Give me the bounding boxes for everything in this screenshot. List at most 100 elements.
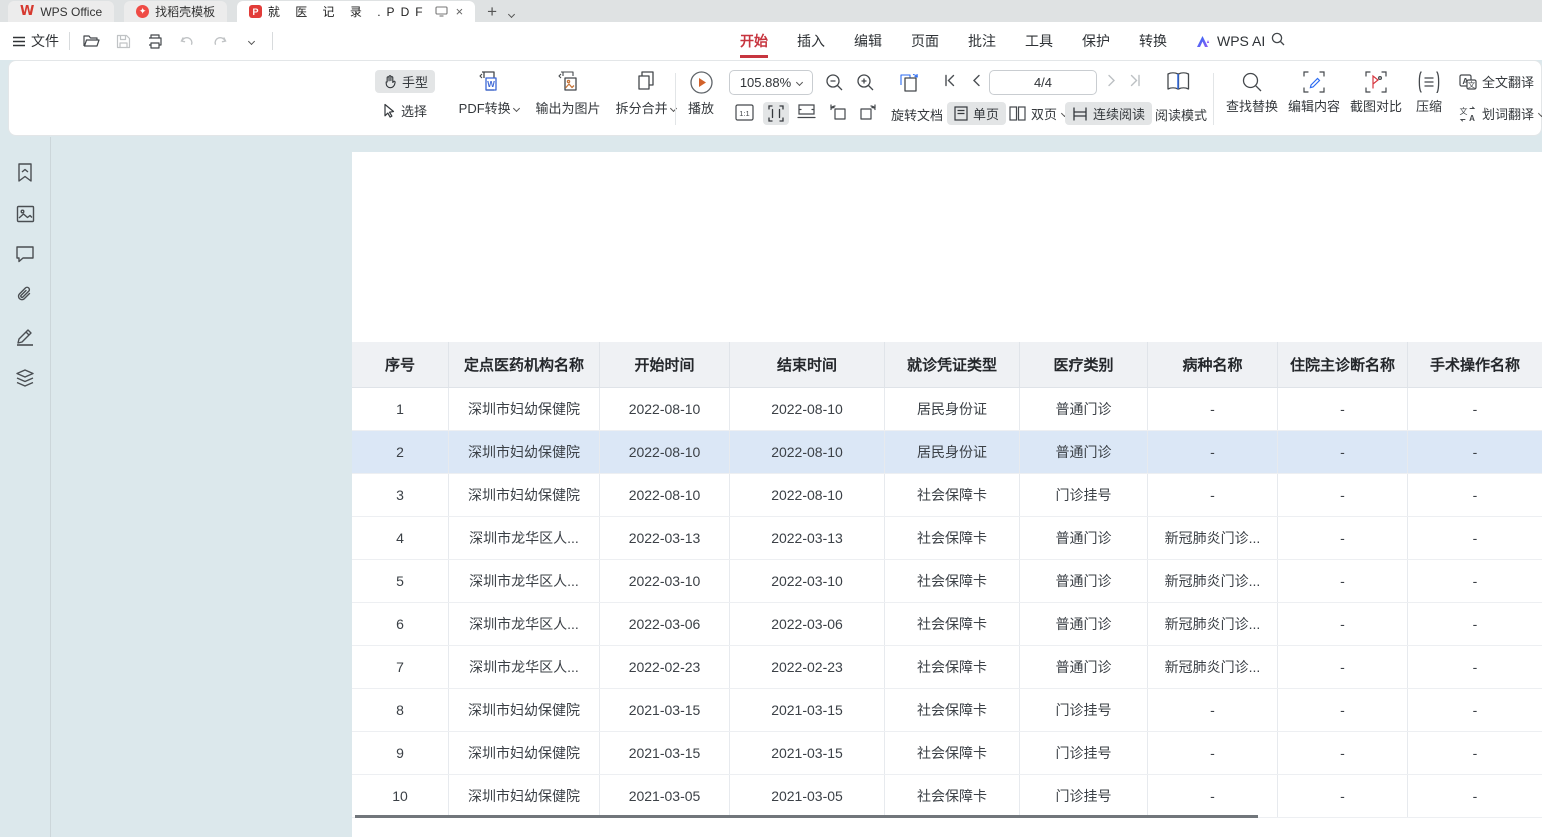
table-header-cell: 手术操作名称	[1408, 342, 1542, 387]
table-cell: 2021-03-05	[730, 775, 885, 817]
table-cell: -	[1408, 388, 1542, 430]
first-page-button[interactable]	[943, 74, 956, 87]
compress-icon	[1417, 71, 1441, 93]
table-cell: 2022-08-10	[600, 474, 730, 516]
table-header-cell: 就诊凭证类型	[885, 342, 1020, 387]
tab-docer-templates[interactable]: ✦ 找稻壳模板	[124, 1, 227, 22]
table-cell: -	[1408, 560, 1542, 602]
menu-tab-page[interactable]: 页面	[911, 22, 939, 60]
menu-tab-comment[interactable]: 批注	[968, 22, 996, 60]
bookmark-icon[interactable]	[16, 163, 34, 183]
zoom-in-icon	[856, 73, 875, 92]
zoom-in-button[interactable]	[856, 73, 875, 92]
read-mode-label[interactable]: 阅读模式	[1155, 105, 1207, 124]
layers-icon[interactable]	[15, 369, 35, 387]
screenshot-compare-button[interactable]: 截图对比	[1345, 71, 1407, 115]
rotate-left-button[interactable]	[829, 103, 847, 120]
edit-content-label: 编辑内容	[1288, 96, 1340, 115]
rotate-right-button[interactable]	[859, 103, 877, 120]
actual-size-button[interactable]: 1:1	[735, 104, 754, 121]
table-cell: 深圳市龙华区人...	[449, 603, 600, 645]
menu-tab-convert[interactable]: 转换	[1139, 22, 1167, 60]
table-header-cell: 结束时间	[730, 342, 885, 387]
page-indicator-input[interactable]: 4/4	[989, 70, 1097, 95]
find-replace-button[interactable]: 查找替换	[1221, 71, 1283, 115]
full-translate-button[interactable]: A 文 全文翻译	[1459, 72, 1534, 91]
print-icon[interactable]	[144, 30, 166, 52]
save-icon[interactable]	[112, 30, 134, 52]
read-mode-button[interactable]	[1165, 70, 1192, 94]
single-page-button[interactable]: 单页	[947, 102, 1006, 125]
fit-page-button[interactable]	[763, 102, 789, 125]
last-page-button[interactable]	[1129, 74, 1142, 87]
table-cell: 深圳市龙华区人...	[449, 646, 600, 688]
table-cell: 社会保障卡	[885, 646, 1020, 688]
menu-search-icon[interactable]	[1270, 31, 1286, 47]
signature-icon[interactable]	[15, 327, 35, 347]
window-tab-bar: W WPS Office ✦ 找稻壳模板 P 就 医 记 录 .PDF × +	[0, 0, 1542, 22]
single-page-icon	[954, 106, 968, 121]
table-row: 9深圳市妇幼保健院2021-03-152021-03-15社会保障卡门诊挂号--…	[352, 732, 1542, 775]
table-cell: 2022-03-10	[730, 560, 885, 602]
tab-list-chevron-icon[interactable]	[509, 6, 514, 22]
menu-tab-tools[interactable]: 工具	[1025, 22, 1053, 60]
edit-content-button[interactable]: 编辑内容	[1283, 71, 1345, 115]
menu-tab-edit[interactable]: 编辑	[854, 22, 882, 60]
left-panel-strip	[0, 137, 51, 837]
compress-button[interactable]: 压缩	[1407, 71, 1451, 115]
comment-icon[interactable]	[15, 245, 35, 263]
menu-tab-home[interactable]: 开始	[740, 22, 768, 60]
next-page-button[interactable]	[1107, 74, 1117, 87]
table-cell: 普通门诊	[1020, 431, 1148, 473]
close-tab-icon[interactable]: ×	[456, 4, 464, 19]
table-cell: 居民身份证	[885, 388, 1020, 430]
thumbnail-icon[interactable]	[16, 205, 35, 223]
previous-page-button[interactable]	[971, 74, 981, 87]
table-header-cell: 住院主诊断名称	[1278, 342, 1408, 387]
document-canvas[interactable]: 序号定点医药机构名称开始时间结束时间就诊凭证类型医疗类别病种名称住院主诊断名称手…	[51, 137, 1542, 837]
rotate-pages-button[interactable]	[897, 71, 921, 94]
fit-width-button[interactable]	[797, 104, 816, 119]
rotate-doc-label[interactable]: 旋转文档	[891, 105, 943, 124]
undo-icon[interactable]	[176, 30, 198, 52]
table-row: 1深圳市妇幼保健院2022-08-102022-08-10居民身份证普通门诊--…	[352, 388, 1542, 431]
play-button[interactable]: 播放	[677, 70, 725, 117]
table-cell: 新冠肺炎门诊...	[1148, 560, 1278, 602]
attachment-icon[interactable]	[15, 285, 35, 305]
table-cell: 2022-03-13	[600, 517, 730, 559]
zoom-out-button[interactable]	[825, 73, 844, 92]
table-header-row: 序号定点医药机构名称开始时间结束时间就诊凭证类型医疗类别病种名称住院主诊断名称手…	[352, 342, 1542, 388]
zoom-level-input[interactable]: 105.88%	[729, 70, 813, 95]
table-cell: -	[1278, 603, 1408, 645]
table-cell: 2022-08-10	[600, 431, 730, 473]
present-monitor-icon[interactable]	[435, 6, 448, 17]
rotate-left-icon	[829, 103, 847, 120]
table-cell: 9	[352, 732, 449, 774]
wps-ai-button[interactable]: WPS AI	[1196, 22, 1265, 60]
continuous-read-label: 连续阅读	[1093, 104, 1145, 123]
table-cell: -	[1148, 775, 1278, 817]
tab-document-active[interactable]: P 就 医 记 录 .PDF ×	[237, 1, 475, 22]
table-header-cell: 定点医药机构名称	[449, 342, 600, 387]
tab-wps-office[interactable]: W WPS Office	[8, 1, 114, 22]
redo-icon[interactable]	[208, 30, 230, 52]
table-cell: 深圳市妇幼保健院	[449, 775, 600, 817]
continuous-read-button[interactable]: 连续阅读	[1065, 102, 1152, 125]
menu-tab-insert[interactable]: 插入	[797, 22, 825, 60]
new-tab-icon[interactable]: +	[487, 2, 497, 22]
export-image-button[interactable]: 输出为图片	[525, 69, 611, 117]
medical-records-table: 序号定点医药机构名称开始时间结束时间就诊凭证类型医疗类别病种名称住院主诊断名称手…	[352, 342, 1542, 818]
select-tool-label: 选择	[401, 101, 427, 120]
pdf-convert-button[interactable]: W PDF转换	[451, 69, 527, 117]
word-translate-button[interactable]: 文 A 划词翻译	[1459, 104, 1542, 123]
file-menu-button[interactable]: 文件	[12, 31, 59, 51]
chevron-down-icon	[513, 105, 520, 112]
select-tool-button[interactable]: 选择	[382, 101, 427, 120]
double-page-button[interactable]: 双页	[1009, 104, 1067, 123]
quick-access-chevron-icon[interactable]	[240, 30, 262, 52]
open-file-icon[interactable]	[80, 30, 102, 52]
menu-tab-protect[interactable]: 保护	[1082, 22, 1110, 60]
hand-tool-button[interactable]: 手型	[375, 70, 435, 93]
table-cell: 深圳市龙华区人...	[449, 517, 600, 559]
table-header-cell: 病种名称	[1148, 342, 1278, 387]
